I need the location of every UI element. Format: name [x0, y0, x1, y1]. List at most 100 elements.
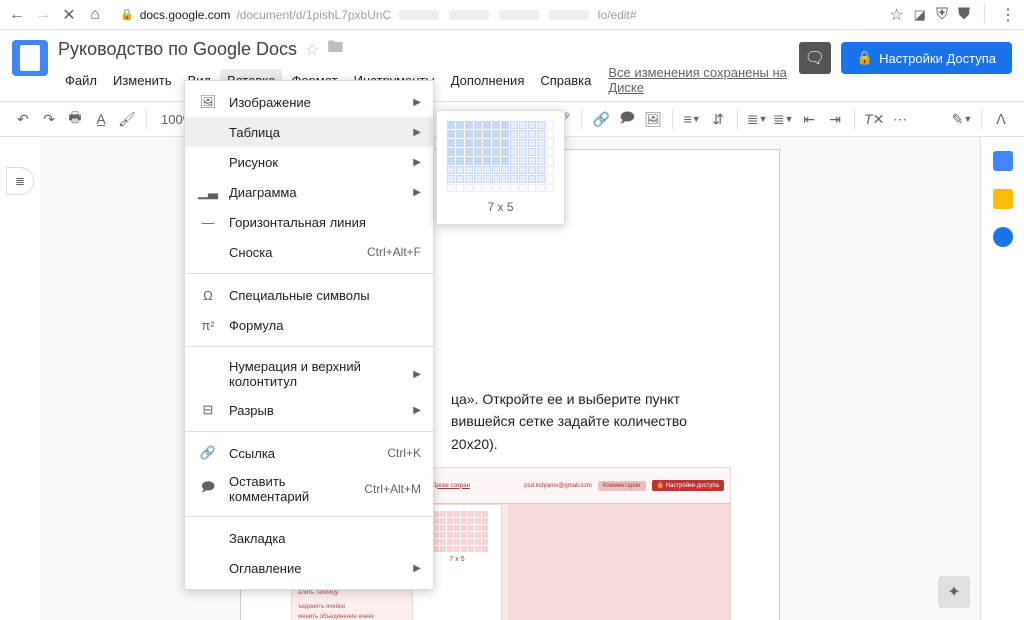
menu-edit[interactable]: Изменить: [106, 69, 179, 92]
docs-header: Руководство по Google Docs ☆ 🖿 Файл Изме…: [0, 30, 1024, 95]
menu-item-table[interactable]: Таблица ▶: [185, 117, 433, 147]
docs-logo[interactable]: [12, 40, 48, 76]
divider: │: [980, 6, 990, 24]
url-suffix: Io/edit#: [597, 8, 636, 22]
menu-item-special-chars[interactable]: Ω Специальные символы: [185, 280, 433, 310]
address-bar[interactable]: 🔒 docs.google.com/document/d/1pishL7pxbU…: [112, 8, 881, 22]
picker-grid[interactable]: [447, 121, 554, 192]
home-button[interactable]: ⌂: [86, 6, 104, 24]
lock-icon: 🔒: [857, 50, 873, 66]
menu-item-header-footer[interactable]: Нумерация и верхний колонтитул ▶: [185, 353, 433, 395]
menu-separator: [185, 431, 433, 432]
comment-icon: 🗩: [199, 480, 217, 498]
share-button[interactable]: 🔒 Настройки Доступа: [841, 42, 1012, 74]
more-icon[interactable]: ⋮: [1000, 5, 1016, 25]
align-button[interactable]: ≡▼: [681, 108, 703, 130]
menu-item-link[interactable]: 🔗 Ссылка Ctrl+K: [185, 438, 433, 468]
link-icon: 🔗: [199, 444, 217, 462]
insert-comment-button[interactable]: 🗩: [616, 108, 638, 130]
spellcheck-button[interactable]: A̲: [90, 108, 112, 130]
clear-format-button[interactable]: T✕: [863, 108, 885, 130]
submenu-arrow-icon: ▶: [413, 369, 421, 380]
shield-icon[interactable]: ⛊: [958, 6, 970, 24]
menu-item-footnote[interactable]: Сноска Ctrl+Alt+F: [185, 237, 433, 267]
submenu-arrow-icon: ▶: [413, 157, 421, 168]
menu-item-hr[interactable]: — Горизонтальная линия: [185, 207, 433, 237]
ext-icon[interactable]: ◪: [914, 7, 926, 23]
menu-file[interactable]: Файл: [58, 69, 104, 92]
menu-item-bookmark[interactable]: Закладка: [185, 523, 433, 553]
header-icon: [199, 365, 217, 383]
url-blur: [449, 10, 489, 20]
right-sidebar: [980, 137, 1024, 620]
insert-image-button[interactable]: 🖼: [642, 108, 664, 130]
insert-dropdown-menu: 🖼 Изображение ▶ Таблица ▶ Рисунок ▶ ▁▃ Д…: [184, 80, 434, 590]
mini-body: 7 x 5: [412, 504, 730, 620]
footnote-icon: [199, 243, 217, 261]
forward-button[interactable]: →: [34, 6, 52, 24]
keep-app-icon[interactable]: [993, 189, 1013, 209]
bullet-list-button[interactable]: ≣▼: [772, 108, 794, 130]
more-toolbar-button[interactable]: ⋯: [889, 108, 911, 130]
move-folder-icon[interactable]: 🖿: [327, 36, 343, 63]
stop-button[interactable]: ✕: [60, 6, 78, 24]
url-host: docs.google.com: [140, 8, 231, 22]
picker-size-label: 7 x 5: [447, 200, 554, 214]
undo-button[interactable]: ↶: [12, 108, 34, 130]
paint-format-button[interactable]: 🖌: [116, 108, 138, 130]
submenu-arrow-icon: ▶: [413, 563, 421, 574]
submenu-arrow-icon: ▶: [413, 127, 421, 138]
menu-addons[interactable]: Дополнения: [444, 69, 532, 92]
numbered-list-button[interactable]: ≣▼: [746, 108, 768, 130]
line-spacing-button[interactable]: ⇵: [707, 108, 729, 130]
doc-title[interactable]: Руководство по Google Docs: [58, 39, 297, 60]
break-icon: ⊟: [199, 401, 217, 419]
menu-help[interactable]: Справка: [533, 69, 598, 92]
save-status[interactable]: Все изменения сохранены на Диске: [608, 65, 789, 95]
drawing-icon: [199, 153, 217, 171]
url-path: /document/d/1pishL7pxbUnC: [236, 8, 391, 22]
star-icon[interactable]: ☆: [889, 5, 903, 25]
menu-item-chart[interactable]: ▁▃ Диаграмма ▶: [185, 177, 433, 207]
outline-toggle[interactable]: ≣: [6, 167, 34, 195]
url-blur: [399, 10, 439, 20]
calendar-app-icon[interactable]: [993, 151, 1013, 171]
table-size-picker[interactable]: 7 x 5: [436, 110, 565, 225]
print-button[interactable]: 🖶: [64, 108, 86, 130]
tasks-app-icon[interactable]: [993, 227, 1013, 247]
submenu-arrow-icon: ▶: [413, 405, 421, 416]
menu-item-drawing[interactable]: Рисунок ▶: [185, 147, 433, 177]
submenu-arrow-icon: ▶: [413, 187, 421, 198]
increase-indent-button[interactable]: ⇥: [824, 108, 846, 130]
menu-separator: [185, 516, 433, 517]
decrease-indent-button[interactable]: ⇤: [798, 108, 820, 130]
lock-icon: 🔒: [120, 8, 134, 21]
menu-item-comment[interactable]: 🗩 Оставить комментарий Ctrl+Alt+M: [185, 468, 433, 510]
back-button[interactable]: ←: [8, 6, 26, 24]
chart-icon: ▁▃: [199, 183, 217, 201]
submenu-arrow-icon: ▶: [413, 97, 421, 108]
menu-separator: [185, 346, 433, 347]
equation-icon: π²: [199, 316, 217, 334]
image-icon: 🖼: [199, 93, 217, 111]
left-gutter: ≣: [0, 137, 40, 620]
toc-icon: [199, 559, 217, 577]
table-icon: [199, 123, 217, 141]
redo-button[interactable]: ↷: [38, 108, 60, 130]
hr-icon: —: [199, 213, 217, 231]
browser-chrome: ← → ✕ ⌂ 🔒 docs.google.com/document/d/1pi…: [0, 0, 1024, 30]
menu-item-equation[interactable]: π² Формула: [185, 310, 433, 340]
menu-item-break[interactable]: ⊟ Разрыв ▶: [185, 395, 433, 425]
menu-item-toc[interactable]: Оглавление ▶: [185, 553, 433, 583]
star-doc-icon[interactable]: ☆: [305, 40, 319, 60]
share-label: Настройки Доступа: [879, 51, 996, 66]
editing-mode-button[interactable]: ✎▼: [951, 108, 973, 130]
comment-history-button[interactable]: 🗨: [799, 42, 831, 74]
menu-item-image[interactable]: 🖼 Изображение ▶: [185, 87, 433, 117]
pocket-icon[interactable]: ⛨: [936, 6, 948, 24]
explore-button[interactable]: ✦: [938, 576, 970, 608]
insert-link-button[interactable]: 🔗: [590, 108, 612, 130]
hide-menus-button[interactable]: ᐱ: [990, 108, 1012, 130]
url-blur: [499, 10, 539, 20]
menu-separator: [185, 273, 433, 274]
